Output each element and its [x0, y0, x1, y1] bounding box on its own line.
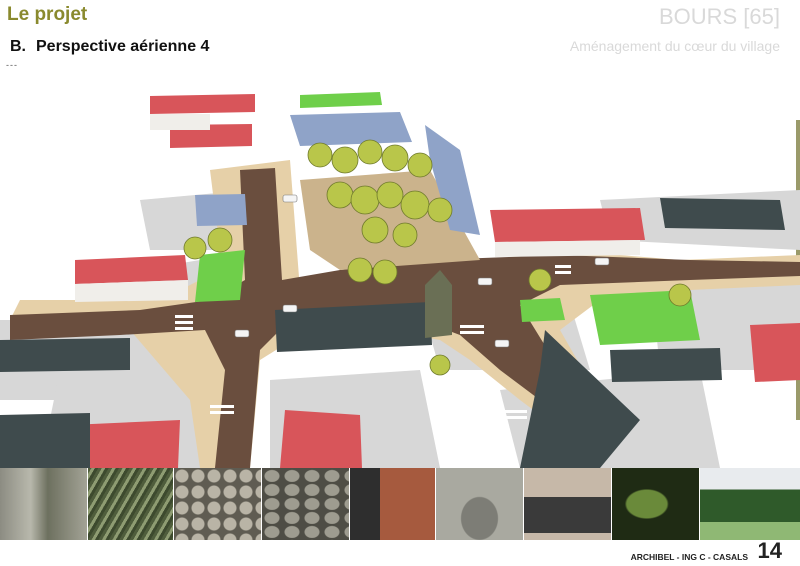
subtitle-letter: B.: [10, 38, 26, 55]
gutter-photo: [0, 468, 88, 540]
door-frame-photo: [524, 468, 612, 540]
subtitle-text: Perspective aérienne 4: [36, 38, 210, 55]
garden-photo: [700, 468, 800, 540]
gothic-window-photo: [436, 468, 524, 540]
page-subtitle: B. Perspective aérienne 4: [10, 38, 209, 56]
project-title: BOURS [65]: [658, 4, 780, 29]
section-label: Le projet: [7, 4, 88, 25]
materials-photo-strip: [0, 468, 800, 540]
stone-wall-photo: [262, 468, 350, 540]
footer-credit: ARCHIBEL - ING C - CASALS: [630, 552, 748, 562]
project-subtitle: Aménagement du cœur du village: [569, 38, 780, 54]
page-number: 14: [757, 538, 782, 563]
leaves-photo: [612, 468, 700, 540]
grass-photo: [88, 468, 174, 540]
subtitle-dots: ---: [6, 60, 18, 70]
cobblestone-photo: [174, 468, 262, 540]
aerial-perspective-image: [0, 92, 800, 468]
brick-wall-photo: [350, 468, 436, 540]
